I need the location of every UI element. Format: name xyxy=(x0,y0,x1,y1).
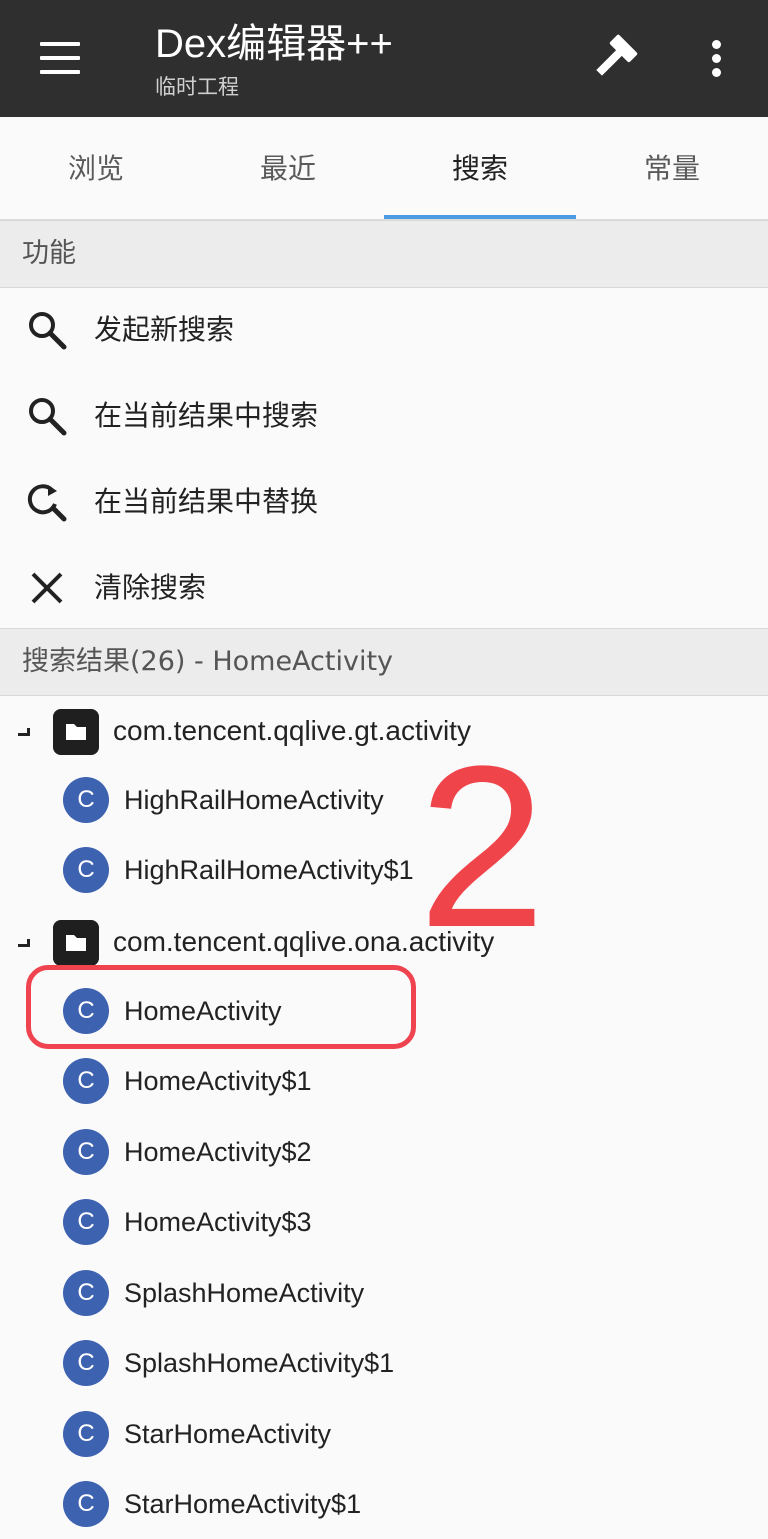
class-row[interactable]: C HighRailHomeActivity$1 xyxy=(0,835,768,905)
close-icon xyxy=(31,572,63,604)
hammer-icon[interactable] xyxy=(586,32,642,84)
class-badge-icon: C xyxy=(63,1340,109,1386)
tab-browse[interactable]: 浏览 xyxy=(0,117,192,219)
class-badge-icon: C xyxy=(63,847,109,893)
menu-icon[interactable] xyxy=(30,34,90,82)
tab-constants[interactable]: 常量 xyxy=(576,117,768,219)
more-vert-icon[interactable] xyxy=(698,34,738,82)
class-badge-icon: C xyxy=(63,777,109,823)
tab-bar: 浏览 最近 搜索 常量 xyxy=(0,117,768,220)
class-badge-icon: C xyxy=(63,1481,109,1527)
class-row[interactable]: C SplashHomeActivity xyxy=(0,1258,768,1328)
class-name: SplashHomeActivity xyxy=(124,1278,365,1308)
new-search-label: 发起新搜索 xyxy=(94,313,235,346)
annotation-step-number: 2 xyxy=(418,718,546,975)
class-name: SplashHomeActivity$1 xyxy=(124,1348,395,1378)
replace-in-results-action[interactable]: 在当前结果中替换 xyxy=(0,459,768,545)
active-tab-indicator xyxy=(384,215,576,219)
folder-icon xyxy=(53,920,99,966)
new-search-action[interactable]: 发起新搜索 xyxy=(0,287,768,373)
class-row[interactable]: C HomeActivity$2 xyxy=(0,1117,768,1187)
find-replace-icon xyxy=(27,484,67,522)
tree-branch-icon xyxy=(18,728,30,736)
class-row[interactable]: C StarHomeActivity xyxy=(0,1399,768,1469)
results-header: 搜索结果(26) - HomeActivity xyxy=(0,628,768,696)
class-badge-icon: C xyxy=(63,1270,109,1316)
tree-branch-icon xyxy=(18,939,30,947)
class-badge-icon: C xyxy=(63,1411,109,1457)
class-name: HighRailHomeActivity$1 xyxy=(124,855,414,885)
functions-header-label: 功能 xyxy=(22,238,76,269)
folder-icon xyxy=(53,709,99,755)
class-row[interactable]: C StarHomeActivity$1 xyxy=(0,1469,768,1539)
replace-in-results-label: 在当前结果中替换 xyxy=(94,485,319,518)
class-name: HomeActivity$1 xyxy=(124,1066,312,1096)
class-name: StarHomeActivity xyxy=(124,1419,332,1449)
project-subtitle: 临时工程 xyxy=(155,75,239,99)
results-header-label: 搜索结果(26) - HomeActivity xyxy=(22,646,394,677)
class-row[interactable]: C SplashHomeActivity$1 xyxy=(0,1328,768,1398)
clear-search-label: 清除搜索 xyxy=(94,571,207,604)
class-row[interactable]: C HighRailHomeActivity xyxy=(0,765,768,835)
class-name: StarHomeActivity$1 xyxy=(124,1489,362,1519)
clear-search-action[interactable]: 清除搜索 xyxy=(0,545,768,631)
class-name: HighRailHomeActivity xyxy=(124,785,384,815)
class-badge-icon: C xyxy=(63,1058,109,1104)
class-row[interactable]: C HomeActivity$1 xyxy=(0,1046,768,1116)
app-title: Dex编辑器++ xyxy=(155,22,393,66)
search-in-results-action[interactable]: 在当前结果中搜索 xyxy=(0,373,768,459)
tab-recent[interactable]: 最近 xyxy=(192,117,384,219)
class-badge-icon: C xyxy=(63,1199,109,1245)
app-toolbar: Dex编辑器++ 临时工程 xyxy=(0,0,768,117)
search-icon xyxy=(29,312,67,350)
class-name: HomeActivity$3 xyxy=(124,1207,312,1237)
class-name: HomeActivity$2 xyxy=(124,1137,312,1167)
class-row[interactable]: C HomeActivity$3 xyxy=(0,1187,768,1257)
class-badge-icon: C xyxy=(63,1129,109,1175)
search-in-results-label: 在当前结果中搜索 xyxy=(94,399,319,432)
functions-header: 功能 xyxy=(0,220,768,288)
package-row[interactable]: com.tencent.qqlive.gt.activity xyxy=(0,694,768,764)
tab-search[interactable]: 搜索 xyxy=(384,117,576,219)
search-icon xyxy=(29,398,67,436)
annotation-highlight-box xyxy=(26,965,416,1049)
